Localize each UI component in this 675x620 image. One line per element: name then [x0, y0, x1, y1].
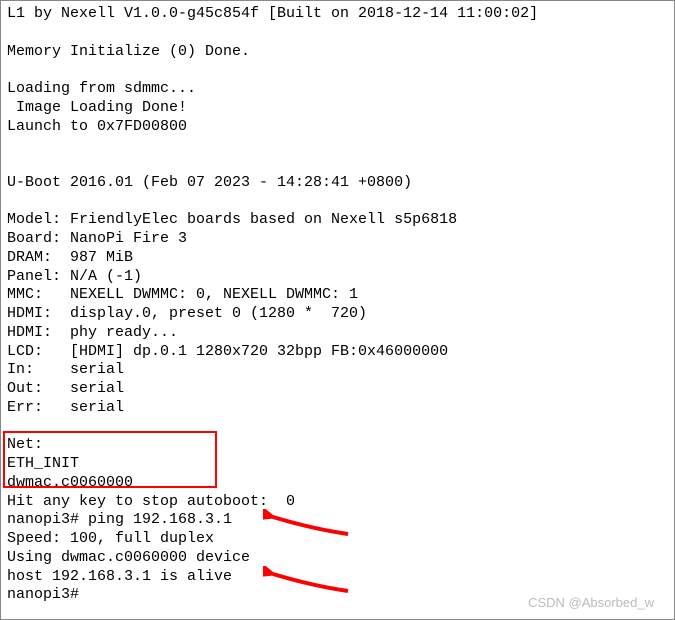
terminal-line — [7, 155, 668, 174]
terminal-line: Board: NanoPi Fire 3 — [7, 230, 668, 249]
terminal-line: LCD: [HDMI] dp.0.1 1280x720 32bpp FB:0x4… — [7, 343, 668, 362]
terminal-line: U-Boot 2016.01 (Feb 07 2023 - 14:28:41 +… — [7, 174, 668, 193]
terminal-line: Hit any key to stop autoboot: 0 — [7, 493, 668, 512]
terminal-line: Memory Initialize (0) Done. — [7, 43, 668, 62]
terminal-line: Speed: 100, full duplex — [7, 530, 668, 549]
terminal-line: DRAM: 987 MiB — [7, 249, 668, 268]
terminal-output[interactable]: L1 by Nexell V1.0.0-g45c854f [Built on 2… — [7, 5, 668, 605]
terminal-line: HDMI: phy ready... — [7, 324, 668, 343]
terminal-line: host 192.168.3.1 is alive — [7, 568, 668, 587]
terminal-line: L1 by Nexell V1.0.0-g45c854f [Built on 2… — [7, 5, 668, 24]
terminal-line — [7, 136, 668, 155]
terminal-line: Net: — [7, 436, 668, 455]
terminal-line: MMC: NEXELL DWMMC: 0, NEXELL DWMMC: 1 — [7, 286, 668, 305]
terminal-line: Panel: N/A (-1) — [7, 268, 668, 287]
terminal-line: ETH_INIT — [7, 455, 668, 474]
terminal-line — [7, 24, 668, 43]
terminal-line: nanopi3# — [7, 586, 668, 605]
terminal-line: HDMI: display.0, preset 0 (1280 * 720) — [7, 305, 668, 324]
terminal-line — [7, 193, 668, 212]
terminal-line: Err: serial — [7, 399, 668, 418]
terminal-line: Out: serial — [7, 380, 668, 399]
terminal-line: In: serial — [7, 361, 668, 380]
terminal-line: Model: FriendlyElec boards based on Nexe… — [7, 211, 668, 230]
terminal-line: nanopi3# ping 192.168.3.1 — [7, 511, 668, 530]
terminal-line: Using dwmac.c0060000 device — [7, 549, 668, 568]
terminal-line: Image Loading Done! — [7, 99, 668, 118]
terminal-line — [7, 418, 668, 437]
terminal-line: Loading from sdmmc... — [7, 80, 668, 99]
terminal-line: dwmac.c0060000 — [7, 474, 668, 493]
terminal-line: Launch to 0x7FD00800 — [7, 118, 668, 137]
terminal-line — [7, 61, 668, 80]
